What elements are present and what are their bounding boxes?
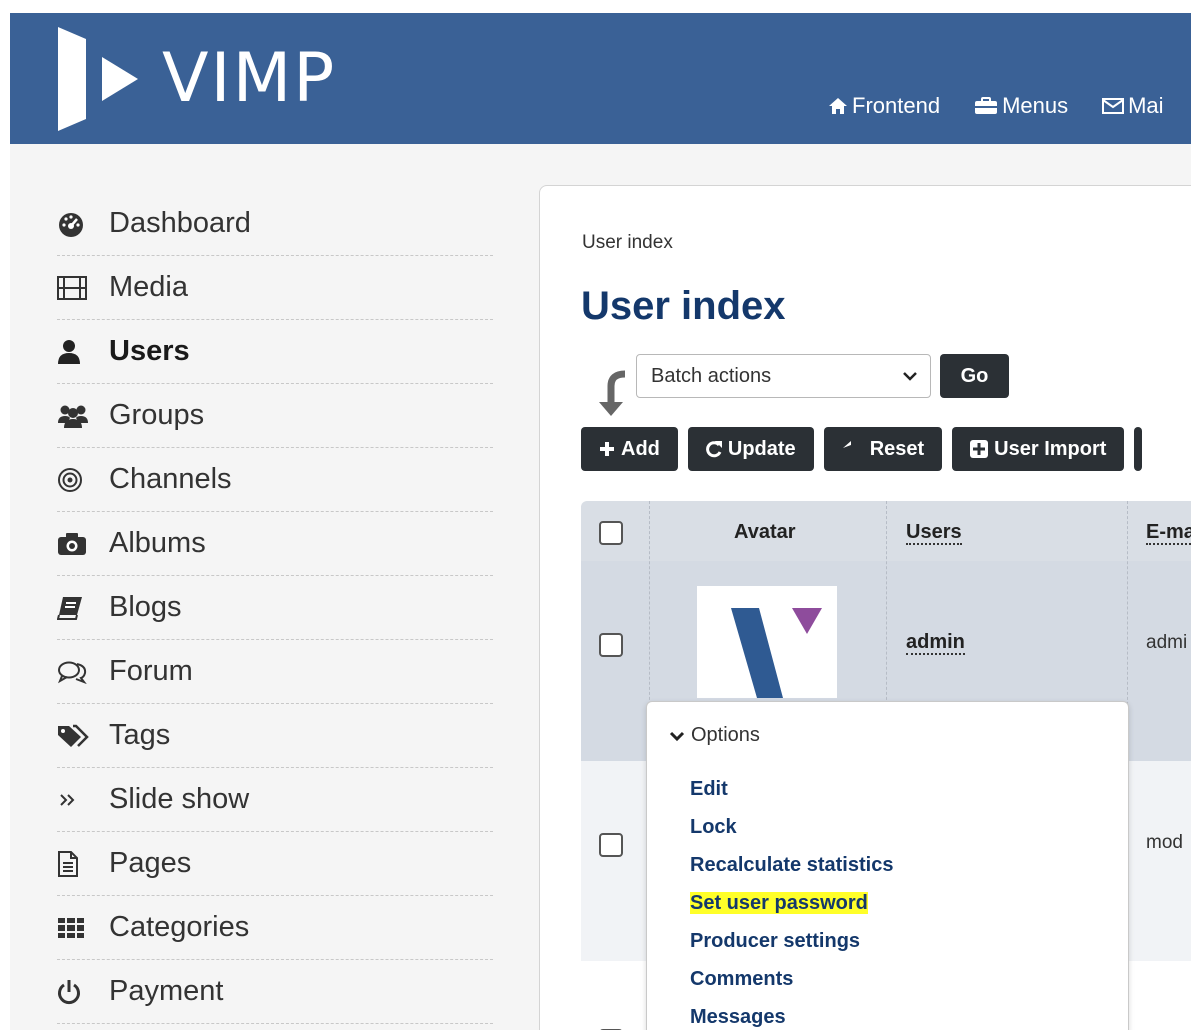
sidebar-item-groups[interactable]: Groups bbox=[57, 384, 493, 448]
options-dropdown: Options Edit Lock Recalculate statistics… bbox=[646, 701, 1129, 1030]
reply-icon bbox=[842, 441, 851, 448]
power-icon bbox=[57, 972, 97, 1012]
sidebar-item-slide-show[interactable]: Slide show bbox=[57, 768, 493, 832]
user-email: mod bbox=[1146, 832, 1183, 853]
sidebar-item-tags[interactable]: Tags bbox=[57, 704, 493, 768]
envelope-icon bbox=[1102, 98, 1125, 114]
camera-icon bbox=[57, 524, 97, 564]
group-icon bbox=[57, 396, 97, 436]
batch-actions-value: Batch actions bbox=[651, 364, 772, 387]
sidebar-item-users[interactable]: Users bbox=[57, 320, 493, 384]
user-name-link[interactable]: admin bbox=[906, 631, 965, 655]
sidebar-item-label: Categories bbox=[109, 911, 250, 943]
go-button[interactable]: Go bbox=[940, 354, 1009, 398]
nav-menus-label: Menus bbox=[1002, 93, 1069, 118]
reset-button-label: Reset bbox=[869, 437, 925, 460]
update-button-label: Update bbox=[727, 437, 796, 460]
batch-arrow-icon bbox=[599, 370, 626, 416]
grid-icon bbox=[57, 908, 97, 948]
nav-menus[interactable]: Menus bbox=[974, 93, 1068, 119]
row-checkbox[interactable] bbox=[599, 833, 623, 857]
file-icon bbox=[57, 844, 97, 884]
nav-frontend[interactable]: Frontend bbox=[828, 93, 940, 119]
option-comments[interactable]: Comments bbox=[690, 967, 893, 1005]
reset-button[interactable]: Reset bbox=[823, 427, 943, 471]
sidebar: Dashboard Media Users Groups Channels Al… bbox=[57, 192, 493, 1024]
sidebar-item-payment[interactable]: Payment bbox=[57, 960, 493, 1024]
sidebar-item-label: Pages bbox=[109, 847, 192, 879]
vimp-avatar-logo-icon bbox=[731, 608, 822, 698]
vimp-logo[interactable]: VIMP bbox=[56, 27, 336, 131]
nav-frontend-label: Frontend bbox=[852, 93, 941, 118]
sidebar-item-media[interactable]: Media bbox=[57, 256, 493, 320]
home-icon bbox=[829, 98, 847, 114]
add-button[interactable]: Add bbox=[581, 427, 678, 471]
sidebar-item-label: Media bbox=[109, 271, 188, 303]
page-title: User index bbox=[581, 284, 786, 328]
sidebar-item-blogs[interactable]: Blogs bbox=[57, 576, 493, 640]
tags-icon bbox=[57, 716, 97, 756]
sidebar-item-label: Users bbox=[109, 335, 190, 367]
double-chevron-icon bbox=[57, 780, 97, 820]
update-button[interactable]: Update bbox=[687, 427, 814, 471]
column-users[interactable]: Users bbox=[906, 521, 962, 545]
dashboard-icon bbox=[57, 204, 97, 244]
user-import-button-label: User Import bbox=[994, 437, 1107, 460]
refresh-icon bbox=[706, 441, 722, 458]
plus-square-icon bbox=[970, 440, 989, 458]
toolbar: Add Update Reset User Import bbox=[581, 427, 1143, 471]
nav-mail[interactable]: Mai bbox=[1102, 93, 1164, 119]
plus-icon bbox=[600, 442, 614, 456]
select-all-checkbox[interactable] bbox=[599, 521, 623, 545]
add-button-label: Add bbox=[621, 437, 660, 460]
option-producer-settings[interactable]: Producer settings bbox=[690, 929, 893, 967]
sidebar-item-dashboard[interactable]: Dashboard bbox=[57, 192, 493, 256]
sidebar-item-label: Tags bbox=[109, 719, 171, 751]
column-avatar: Avatar bbox=[734, 521, 796, 543]
column-email[interactable]: E-ma bbox=[1146, 521, 1191, 545]
option-lock[interactable]: Lock bbox=[690, 815, 893, 853]
sidebar-item-label: Slide show bbox=[109, 783, 250, 815]
options-toggle[interactable]: Options bbox=[669, 724, 760, 747]
nav-mail-label: Mai bbox=[1128, 93, 1164, 118]
sidebar-item-forum[interactable]: Forum bbox=[57, 640, 493, 704]
logo-mark-icon bbox=[58, 27, 138, 131]
user-avatar bbox=[697, 586, 837, 698]
option-messages[interactable]: Messages bbox=[690, 1005, 893, 1030]
options-header-label: Options bbox=[691, 724, 760, 746]
options-list: Edit Lock Recalculate statistics Set use… bbox=[690, 777, 893, 1030]
top-nav: Frontend Menus Mai bbox=[828, 93, 1164, 119]
chevron-down-icon bbox=[669, 731, 685, 741]
sidebar-item-label: Albums bbox=[109, 527, 206, 559]
sidebar-item-label: Dashboard bbox=[109, 207, 251, 239]
option-set-user-password[interactable]: Set user password bbox=[690, 891, 893, 929]
option-recalculate-statistics[interactable]: Recalculate statistics bbox=[690, 853, 893, 891]
option-edit[interactable]: Edit bbox=[690, 777, 893, 815]
sidebar-item-label: Forum bbox=[109, 655, 193, 687]
sidebar-item-label: Payment bbox=[109, 975, 224, 1007]
sidebar-item-label: Blogs bbox=[109, 591, 182, 623]
briefcase-icon bbox=[975, 97, 998, 114]
user-icon bbox=[57, 332, 97, 372]
comments-icon bbox=[57, 652, 97, 692]
row-checkbox[interactable] bbox=[599, 633, 623, 657]
sidebar-item-label: Groups bbox=[109, 399, 205, 431]
top-header: VIMP Frontend Menus Mai bbox=[10, 13, 1191, 144]
batch-actions-select[interactable]: Batch actions bbox=[636, 354, 931, 398]
sidebar-item-channels[interactable]: Channels bbox=[57, 448, 493, 512]
user-import-button[interactable]: User Import bbox=[952, 427, 1125, 471]
sidebar-item-albums[interactable]: Albums bbox=[57, 512, 493, 576]
sidebar-item-categories[interactable]: Categories bbox=[57, 896, 493, 960]
book-icon bbox=[57, 588, 97, 628]
chevron-down-icon bbox=[903, 372, 917, 381]
more-toolbar-button[interactable] bbox=[1134, 427, 1143, 471]
sidebar-item-label: Channels bbox=[109, 463, 232, 495]
breadcrumb[interactable]: User index bbox=[582, 232, 673, 254]
sidebar-item-pages[interactable]: Pages bbox=[57, 832, 493, 896]
film-icon bbox=[57, 268, 97, 308]
user-email: admi bbox=[1146, 632, 1188, 653]
logo-text: VIMP bbox=[162, 39, 337, 118]
channel-icon bbox=[57, 460, 97, 500]
